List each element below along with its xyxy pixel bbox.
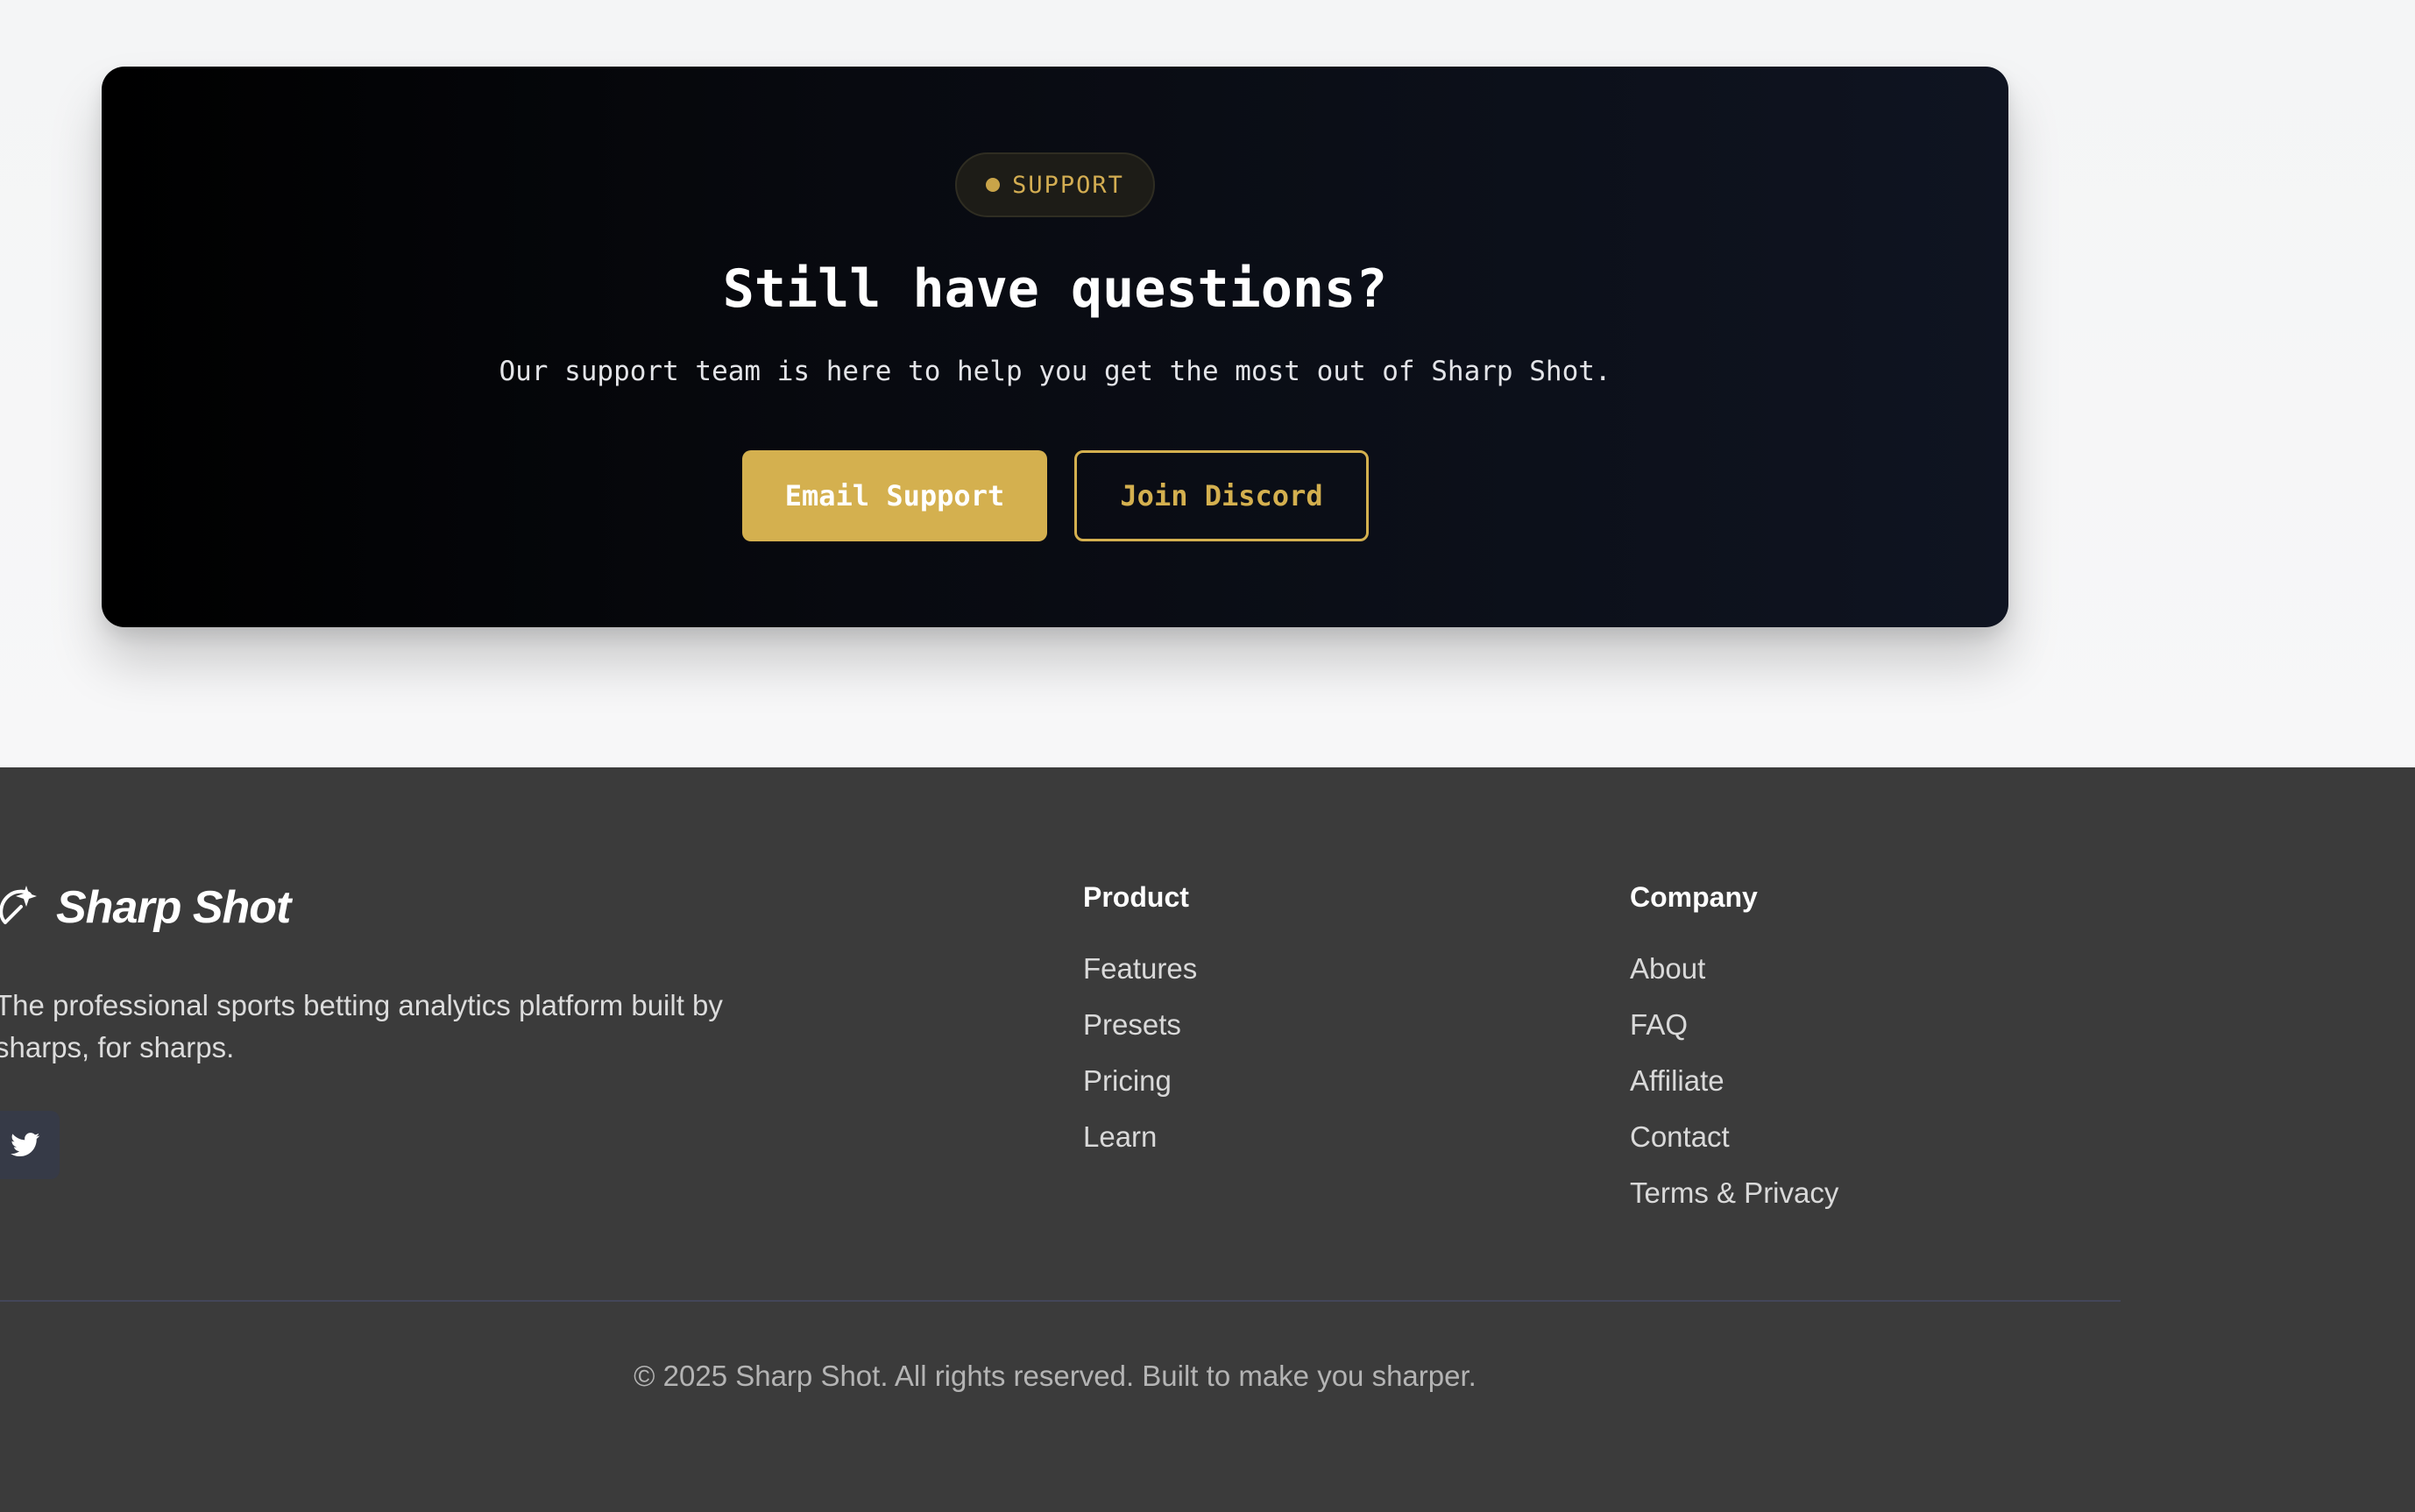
badge-label: SUPPORT xyxy=(1012,171,1124,199)
footer-link-faq[interactable]: FAQ xyxy=(1630,1007,1838,1063)
brand-tagline: The professional sports betting analytic… xyxy=(0,989,723,1063)
footer-brand[interactable]: Sharp Shot xyxy=(0,881,291,934)
footer-link-contact[interactable]: Contact xyxy=(1630,1120,1838,1176)
footer-divider xyxy=(0,1300,2121,1302)
product-links: Features Presets Pricing Learn xyxy=(1083,951,1197,1176)
support-title: Still have questions? xyxy=(722,258,1388,320)
footer-link-presets[interactable]: Presets xyxy=(1083,1007,1197,1063)
email-support-button[interactable]: Email Support xyxy=(742,450,1047,541)
support-subtitle: Our support team is here to help you get… xyxy=(499,356,1611,387)
join-discord-button[interactable]: Join Discord xyxy=(1074,450,1369,541)
twitter-icon xyxy=(11,1133,40,1157)
footer-link-affiliate[interactable]: Affiliate xyxy=(1630,1063,1838,1120)
logo-icon xyxy=(0,886,37,924)
brand-name: Sharp Shot xyxy=(56,882,291,933)
support-section: SUPPORT Still have questions? Our suppor… xyxy=(0,0,2415,767)
company-heading: Company xyxy=(1630,881,1758,913)
company-links: About FAQ Affiliate Contact Terms & Priv… xyxy=(1630,951,1838,1232)
support-card: SUPPORT Still have questions? Our suppor… xyxy=(102,67,2008,627)
badge-dot-icon xyxy=(986,178,1001,192)
footer-link-terms[interactable]: Terms & Privacy xyxy=(1630,1176,1838,1232)
product-heading: Product xyxy=(1083,881,1189,913)
copyright-text: © 2025 Sharp Shot. All rights reserved. … xyxy=(634,1360,1477,1392)
footer-link-learn[interactable]: Learn xyxy=(1083,1120,1197,1176)
twitter-link[interactable] xyxy=(0,1111,60,1179)
footer-link-pricing[interactable]: Pricing xyxy=(1083,1063,1197,1120)
footer-link-features[interactable]: Features xyxy=(1083,951,1197,1007)
footer-link-about[interactable]: About xyxy=(1630,951,1838,1007)
footer: Sharp Shot The professional sports betti… xyxy=(0,767,2415,1512)
support-badge: SUPPORT xyxy=(955,152,1155,217)
